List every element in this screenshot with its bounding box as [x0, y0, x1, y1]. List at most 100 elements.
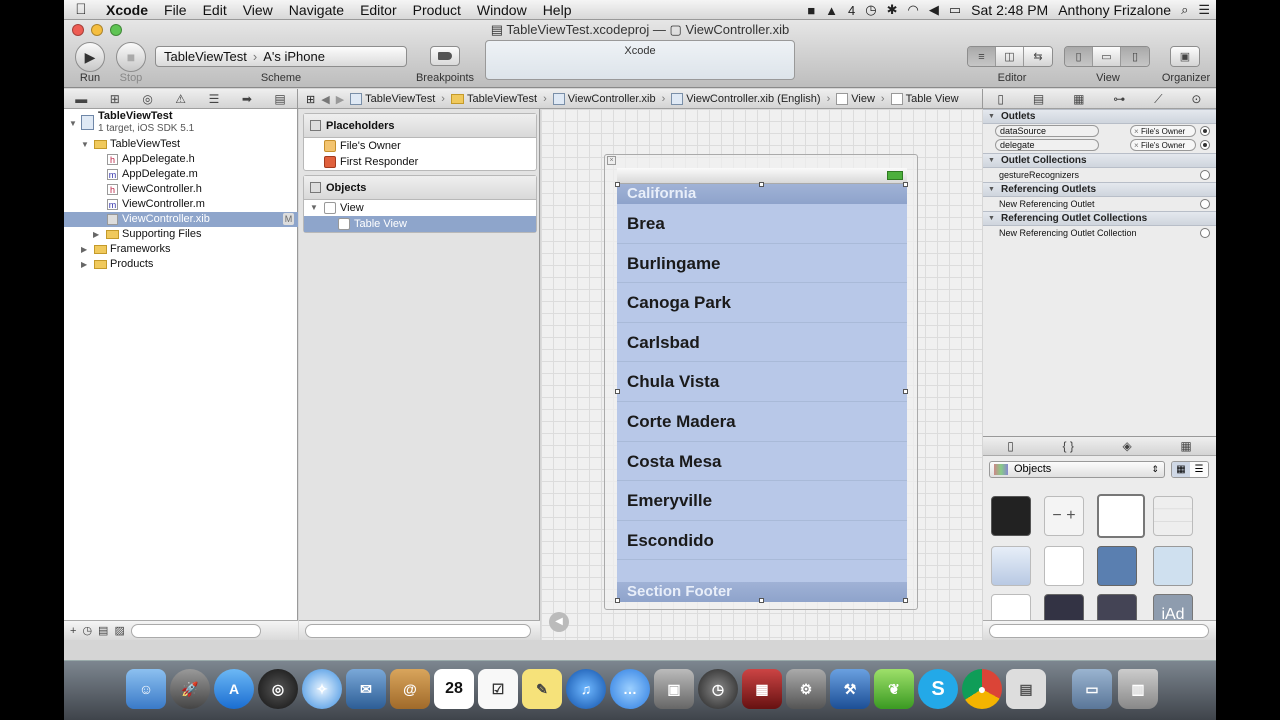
clock-sync-icon[interactable]: ◷ [865, 2, 876, 18]
toggle-debug-area-button[interactable]: ▭ [1093, 47, 1121, 66]
preview-icon[interactable]: ▤ [1006, 669, 1046, 709]
identity-inspector-icon[interactable]: ▦ [1073, 92, 1084, 106]
spotlight-search-icon[interactable]: ⌕ [1181, 2, 1188, 18]
file-row[interactable]: h ViewController.h [64, 182, 298, 197]
disclosure-triangle-icon[interactable]: ▼ [310, 200, 318, 216]
file-row[interactable]: m AppDelegate.m [64, 167, 298, 182]
interface-builder-canvas[interactable]: × California Brea Burlingame Canoga Park… [541, 109, 982, 640]
menu-window[interactable]: Window [469, 2, 535, 18]
table-cell[interactable]: Carlsbad [617, 323, 907, 363]
table-cell[interactable]: Brea [617, 204, 907, 244]
version-editor-button[interactable]: ⇆ [1024, 47, 1052, 66]
disclosure-triangle-icon[interactable]: ▶ [81, 242, 91, 257]
notes-icon[interactable]: ✎ [522, 669, 562, 709]
evernote-icon[interactable]: ❦ [874, 669, 914, 709]
issue-navigator-icon[interactable]: ⚠ [175, 92, 186, 106]
crumb-group[interactable]: TableViewTest [450, 93, 537, 105]
outline-item-first-responder[interactable]: First Responder [304, 154, 536, 170]
system-preferences-icon[interactable]: ⚙ [786, 669, 826, 709]
launchpad-icon[interactable]: 🚀 [170, 669, 210, 709]
project-row[interactable]: ▼ TableViewTest 1 target, iOS SDK 5.1 [64, 109, 298, 139]
crumb-localization[interactable]: ViewController.xib (English) [671, 93, 821, 105]
menu-edit[interactable]: Edit [195, 2, 235, 18]
page-control-icon[interactable] [991, 496, 1031, 536]
connection-dot-icon[interactable] [1200, 170, 1210, 180]
crumb-project[interactable]: TableViewTest [350, 93, 435, 105]
toggle-navigator-button[interactable]: ▯ [1065, 47, 1093, 66]
time-machine-icon[interactable]: ◷ [698, 669, 738, 709]
scheme-selector[interactable]: TableViewTest › A's iPhone [155, 46, 407, 67]
xcode-icon[interactable]: ⚒ [830, 669, 870, 709]
notification-list-icon[interactable]: ☰ [1198, 2, 1210, 18]
add-icon[interactable]: + [70, 625, 76, 637]
referencing-collections-header[interactable]: Referencing Outlet Collections [983, 211, 1216, 226]
assistant-editor-button[interactable]: ◫ [996, 47, 1024, 66]
source-control-filter-icon[interactable]: ▨ [114, 624, 124, 637]
organizer-button[interactable]: ▣ [1171, 47, 1199, 66]
table-cell[interactable]: Burlingame [617, 244, 907, 284]
crumb-file[interactable]: ViewController.xib [552, 93, 656, 105]
messages-icon[interactable]: … [610, 669, 650, 709]
resize-handle[interactable] [615, 598, 620, 603]
app-store-icon[interactable]: A [214, 669, 254, 709]
unsaved-files-icon[interactable]: ▤ [98, 624, 108, 637]
close-frame-icon[interactable]: × [607, 156, 616, 165]
table-view-icon[interactable] [1097, 494, 1145, 538]
navigator-filter-input[interactable] [130, 623, 261, 638]
disclosure-triangle-icon[interactable]: ▼ [81, 137, 91, 152]
referencing-outlets-header[interactable]: Referencing Outlets [983, 182, 1216, 197]
menu-help[interactable]: Help [535, 2, 580, 18]
skype-icon[interactable]: S [918, 669, 958, 709]
outline-item-files-owner[interactable]: File's Owner [304, 138, 536, 154]
standard-editor-button[interactable]: ≡ [968, 47, 996, 66]
contacts-icon[interactable]: @ [390, 669, 430, 709]
object-library-icon[interactable]: ◈ [1122, 439, 1131, 453]
group-row[interactable]: ▼ TableViewTest [64, 137, 298, 152]
resize-handle[interactable] [759, 182, 764, 187]
menu-product[interactable]: Product [405, 2, 469, 18]
library-filter-input[interactable] [989, 624, 1209, 638]
finder-icon[interactable]: ☺ [126, 669, 166, 709]
attributes-inspector-icon[interactable]: ⊶ [1113, 92, 1125, 106]
resize-handle[interactable] [615, 182, 620, 187]
file-inspector-icon[interactable]: ▯ [997, 92, 1004, 106]
mail-icon[interactable]: ✉ [346, 669, 386, 709]
itunes-icon[interactable]: ♫ [566, 669, 606, 709]
crumb-view[interactable]: View [836, 93, 875, 105]
view-frame[interactable]: × California Brea Burlingame Canoga Park… [604, 154, 918, 610]
file-row-selected[interactable]: ViewController.xib M [64, 212, 298, 227]
outlet-collections-header[interactable]: Outlet Collections [983, 153, 1216, 168]
map-view-icon[interactable] [1153, 546, 1193, 586]
group-row[interactable]: ▶ Products [64, 257, 298, 272]
list-view-button[interactable]: ☰ [1190, 462, 1208, 477]
back-arrow-icon[interactable]: ◀ [321, 93, 329, 106]
menu-view[interactable]: View [235, 2, 281, 18]
connection-dot-icon[interactable] [1200, 140, 1210, 150]
text-view-icon[interactable] [1044, 546, 1084, 586]
trash-icon[interactable]: ▥ [1118, 669, 1158, 709]
debug-navigator-icon[interactable]: ☰ [209, 92, 220, 106]
resize-handle[interactable] [615, 389, 620, 394]
table-cell[interactable]: Chula Vista [617, 362, 907, 402]
run-button[interactable]: ▶ [75, 42, 105, 72]
connection-pill[interactable]: File's Owner [1130, 139, 1196, 151]
menu-editor[interactable]: Editor [352, 2, 405, 18]
safari-icon[interactable]: ✧ [302, 669, 342, 709]
disclosure-triangle-icon[interactable]: ▶ [81, 257, 91, 272]
web-view-icon[interactable] [1097, 546, 1137, 586]
resize-handle[interactable] [903, 389, 908, 394]
resize-handle[interactable] [759, 598, 764, 603]
bluetooth-icon[interactable]: ✱ [887, 2, 898, 18]
size-inspector-icon[interactable]: ⟋ [1154, 92, 1162, 107]
stepper-icon[interactable]: − + [1044, 496, 1084, 536]
group-row[interactable]: ▶ Supporting Files [64, 227, 298, 242]
battery-icon[interactable]: ▭ [949, 2, 961, 18]
menu-user[interactable]: Anthony Frizalone [1058, 2, 1171, 18]
library-popup[interactable]: Objects ⇕ [989, 461, 1165, 478]
table-cell[interactable]: Corte Madera [617, 402, 907, 442]
table-cell[interactable]: Emeryville [617, 481, 907, 521]
status-number[interactable]: 4 [848, 3, 855, 18]
symbol-navigator-icon[interactable]: ⊞ [110, 92, 120, 106]
connection-pill[interactable]: File's Owner [1130, 125, 1196, 137]
icon-view-button[interactable]: ▦ [1172, 462, 1190, 477]
